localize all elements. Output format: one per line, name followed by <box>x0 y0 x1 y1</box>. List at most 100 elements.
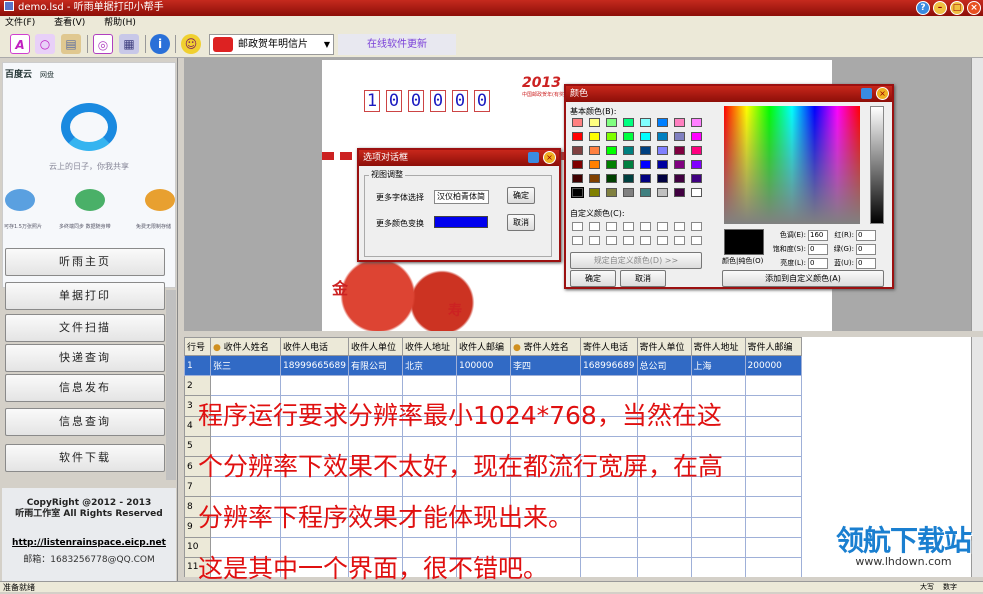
table-cell[interactable] <box>348 556 403 577</box>
close-icon[interactable]: × <box>543 151 556 164</box>
table-cell[interactable] <box>690 415 746 437</box>
menu-view[interactable]: 查看(V) <box>54 18 85 28</box>
table-cell[interactable] <box>744 415 802 437</box>
table-cell[interactable] <box>210 435 281 457</box>
table-cell[interactable] <box>636 536 692 558</box>
table-cell[interactable] <box>210 455 281 478</box>
basic-color-swatch[interactable] <box>657 132 668 141</box>
close-button[interactable]: × <box>967 1 981 15</box>
custom-color-swatch[interactable] <box>691 236 702 245</box>
table-cell[interactable] <box>280 435 349 457</box>
define-custom-button[interactable]: 规定自定义颜色(D) >> <box>570 252 702 269</box>
table-cell[interactable] <box>280 536 349 558</box>
hue-field[interactable]: 160 <box>808 230 828 241</box>
table-cell[interactable] <box>636 556 692 577</box>
table-cell[interactable] <box>456 516 511 538</box>
table-cell[interactable] <box>690 516 746 538</box>
table-cell[interactable] <box>510 375 581 397</box>
custom-color-swatch[interactable] <box>640 236 651 245</box>
row-number[interactable]: 9 <box>184 516 211 538</box>
table-cell[interactable] <box>402 455 457 478</box>
table-cell[interactable] <box>690 536 746 558</box>
basic-color-swatch[interactable] <box>572 132 583 141</box>
table-row[interactable]: 5 <box>184 435 802 457</box>
custom-color-swatch[interactable] <box>674 236 685 245</box>
basic-color-swatch[interactable] <box>691 132 702 141</box>
table-row[interactable]: 10 <box>184 536 802 558</box>
column-header[interactable]: ● 寄件人姓名 <box>510 337 581 356</box>
menu-help[interactable]: 帮助(H) <box>104 18 136 28</box>
table-cell[interactable] <box>348 496 403 518</box>
table-cell[interactable] <box>348 435 403 457</box>
basic-color-swatch[interactable] <box>657 146 668 155</box>
table-cell[interactable] <box>402 375 457 397</box>
basic-color-swatch[interactable] <box>691 146 702 155</box>
red-field[interactable]: 0 <box>856 230 876 241</box>
basic-color-swatch[interactable] <box>657 188 668 197</box>
table-cell[interactable] <box>580 516 638 538</box>
table-cell[interactable] <box>510 536 581 558</box>
row-number[interactable]: 5 <box>184 435 211 457</box>
column-header[interactable]: 收件人电话 <box>280 337 349 356</box>
nav-publish[interactable]: 信息发布 <box>5 374 165 402</box>
table-cell[interactable] <box>456 556 511 577</box>
basic-color-swatch[interactable] <box>640 146 651 155</box>
table-cell[interactable]: 200000 <box>744 354 802 377</box>
custom-color-swatch[interactable] <box>657 236 668 245</box>
table-cell[interactable] <box>402 536 457 558</box>
row-number[interactable]: 4 <box>184 415 211 437</box>
basic-color-swatch[interactable] <box>674 188 685 197</box>
basic-color-swatch[interactable] <box>657 160 668 169</box>
info-icon[interactable]: i <box>150 34 170 54</box>
column-header[interactable]: 寄件人单位 <box>636 337 692 356</box>
table-cell[interactable] <box>690 496 746 518</box>
online-update-link[interactable]: 在线软件更新 <box>338 34 456 55</box>
nav-scan[interactable]: 文件扫描 <box>5 314 165 342</box>
basic-color-swatch[interactable] <box>589 174 600 183</box>
basic-color-swatch[interactable] <box>691 160 702 169</box>
ok-button[interactable]: 确定 <box>507 187 535 204</box>
table-cell[interactable] <box>744 556 802 577</box>
nav-query[interactable]: 信息查询 <box>5 408 165 436</box>
table-row[interactable]: 9 <box>184 516 802 538</box>
row-number[interactable]: 11 <box>184 556 211 577</box>
basic-color-swatch[interactable] <box>623 174 634 183</box>
table-cell[interactable] <box>402 435 457 457</box>
table-cell[interactable]: 李四 <box>510 354 581 377</box>
table-cell[interactable] <box>744 496 802 518</box>
table-cell[interactable] <box>636 395 692 417</box>
table-cell[interactable]: 18999665689 <box>280 354 349 377</box>
shape-icon[interactable]: ○ <box>35 34 55 54</box>
menu-file[interactable]: 文件(F) <box>5 18 35 28</box>
table-cell[interactable] <box>402 496 457 518</box>
basic-color-swatch[interactable] <box>572 146 583 155</box>
basic-color-swatch[interactable] <box>691 118 702 127</box>
basic-color-swatch[interactable] <box>640 132 651 141</box>
basic-color-swatch[interactable] <box>623 118 634 127</box>
table-cell[interactable] <box>510 395 581 417</box>
custom-color-swatch[interactable] <box>572 236 583 245</box>
table-cell[interactable] <box>580 455 638 478</box>
template-select[interactable]: 邮政贺年明信片 ▼ <box>209 34 334 55</box>
green-field[interactable]: 0 <box>856 244 876 255</box>
table-cell[interactable] <box>210 556 281 577</box>
nav-print[interactable]: 单据打印 <box>5 282 165 310</box>
blue-field[interactable]: 0 <box>856 258 876 269</box>
basic-color-swatch[interactable] <box>640 118 651 127</box>
table-cell[interactable] <box>280 476 349 498</box>
table-cell[interactable] <box>510 496 581 518</box>
column-header[interactable]: ● 收件人姓名 <box>210 337 281 356</box>
basic-color-swatch[interactable] <box>640 160 651 169</box>
table-cell[interactable] <box>636 435 692 457</box>
table-cell[interactable] <box>744 476 802 498</box>
close-icon[interactable]: × <box>876 87 889 100</box>
table-cell[interactable] <box>744 375 802 397</box>
table-cell[interactable] <box>210 476 281 498</box>
table-cell[interactable] <box>280 496 349 518</box>
basic-color-swatch[interactable] <box>691 174 702 183</box>
ok-button[interactable]: 确定 <box>570 270 616 287</box>
minimize-button[interactable]: – <box>933 1 947 15</box>
table-cell[interactable] <box>744 455 802 478</box>
luminance-field[interactable]: 0 <box>808 258 828 269</box>
table-cell[interactable]: 张三 <box>210 354 281 377</box>
